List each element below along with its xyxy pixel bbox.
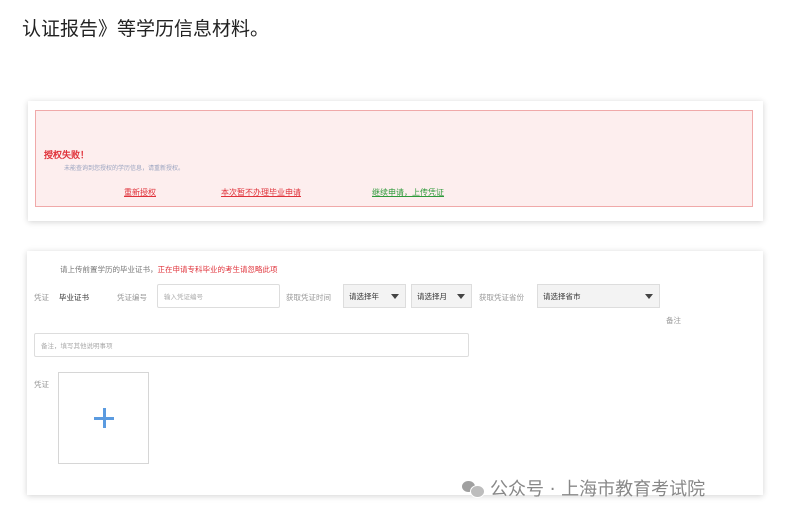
wechat-icon [462,479,485,498]
cert-province-label: 获取凭证省份 [479,293,524,302]
month-select[interactable]: 请选择月 [411,284,472,308]
remark-label: 备注 [666,316,681,325]
auth-result-card: 授权失败！ 未能查询到您授权的学历信息，请重新授权。 重新授权 本次暂不办理毕业… [28,101,763,221]
upload-notice: 请上传前置学历的毕业证书，正在申请专科毕业的考生请忽略此项 [60,264,278,275]
province-select[interactable]: 请选择省市 [537,284,660,308]
cert-type-label: 凭证 [34,293,49,302]
page-heading-text: 认证报告》等学历信息材料。 [22,18,270,40]
skip-application-link[interactable]: 本次暂不办理毕业申请 [221,187,301,198]
cert-type-value: 毕业证书 [59,293,89,302]
year-select[interactable]: 请选择年 [343,284,406,308]
year-select-value: 请选择年 [349,291,379,301]
upload-area[interactable] [58,372,149,464]
cert-number-input[interactable]: 输入凭证编号 [157,284,280,308]
province-select-value: 请选择省市 [543,291,581,301]
chevron-down-icon [645,294,653,299]
chevron-down-icon [391,294,399,299]
month-select-value: 请选择月 [417,291,447,301]
cert-time-label: 获取凭证时间 [286,293,331,302]
alert-title: 授权失败！ [44,151,90,161]
chevron-down-icon [457,294,465,299]
watermark: 公众号 · 上海市教育考试院 [462,475,705,501]
upload-label: 凭证 [34,380,49,389]
continue-upload-link[interactable]: 继续申请，上传凭证 [372,187,444,198]
watermark-text: 公众号 · 上海市教育考试院 [490,479,706,500]
certificate-upload-card: 请上传前置学历的毕业证书，正在申请专科毕业的考生请忽略此项 凭证 毕业证书 凭证… [27,251,763,495]
reauthorize-link[interactable]: 重新授权 [124,187,156,198]
auth-failure-alert: 授权失败！ 未能查询到您授权的学历信息，请重新授权。 重新授权 本次暂不办理毕业… [35,110,753,207]
cert-number-label: 凭证编号 [117,293,147,302]
remark-input[interactable]: 备注，填写其他说明事项 [34,333,469,357]
notice-text: 请上传前置学历的毕业证书， [60,265,158,274]
alert-subtitle: 未能查询到您授权的学历信息，请重新授权。 [64,165,185,172]
notice-warning: 正在申请专科毕业的考生请忽略此项 [157,265,278,274]
